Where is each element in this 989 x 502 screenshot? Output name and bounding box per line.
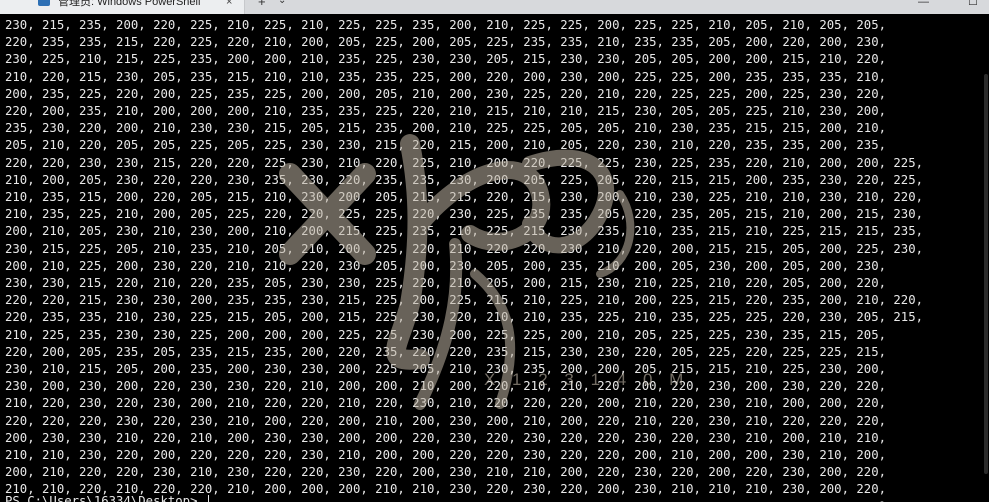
output-line: 220, 200, 235, 210, 200, 200, 200, 210, … [5, 104, 886, 119]
tab-dropdown-button[interactable]: ⌄ [278, 0, 286, 8]
output-line: 210, 235, 225, 210, 200, 205, 225, 220, … [5, 207, 924, 222]
output-line: 230, 230, 215, 220, 210, 220, 235, 205, … [5, 276, 886, 291]
output-line: 200, 235, 225, 220, 200, 225, 235, 225, … [5, 86, 886, 101]
output-line: 235, 230, 220, 200, 210, 230, 230, 215, … [5, 121, 886, 136]
maximize-button[interactable]: ☐ [968, 0, 978, 9]
tab-title: 管理员: Windows PowerShell [58, 0, 201, 8]
tab-powershell[interactable]: 管理员: Windows PowerShell × [0, 0, 245, 14]
text-cursor [207, 495, 209, 502]
console-output: 230, 215, 235, 200, 220, 225, 210, 225, … [5, 17, 923, 502]
output-line: 230, 200, 230, 200, 220, 230, 230, 220, … [5, 379, 886, 394]
scrollbar[interactable] [983, 14, 989, 502]
output-line: 220, 235, 235, 215, 220, 225, 220, 210, … [5, 35, 886, 50]
prompt-text: PS C:\Users\16334\Desktop> [5, 494, 205, 502]
scrollbar-thumb[interactable] [984, 74, 988, 474]
minimize-button[interactable]: — [918, 0, 929, 9]
output-line: 200, 210, 205, 230, 210, 230, 200, 210, … [5, 224, 924, 239]
output-line: 230, 215, 235, 200, 220, 225, 210, 225, … [5, 18, 886, 32]
new-tab-button[interactable]: + [258, 0, 266, 9]
output-line: 210, 210, 230, 220, 200, 220, 220, 220, … [5, 448, 886, 463]
output-line: 205, 210, 220, 205, 205, 225, 205, 225, … [5, 138, 886, 153]
prompt-line[interactable]: PS C:\Users\16334\Desktop> [5, 493, 209, 502]
output-line: 200, 210, 225, 200, 230, 220, 210, 210, … [5, 258, 886, 273]
watermark-caption: X 1 2 3 1 4 0 M [484, 370, 690, 389]
output-line: 230, 210, 215, 205, 200, 235, 200, 230, … [5, 362, 886, 377]
powershell-icon [38, 0, 50, 6]
output-line: 210, 220, 230, 220, 230, 200, 210, 220, … [5, 396, 886, 411]
output-line: 230, 215, 225, 205, 210, 235, 210, 205, … [5, 241, 924, 256]
console-area[interactable]: 230, 215, 235, 200, 220, 225, 210, 225, … [0, 14, 989, 502]
output-line: 220, 220, 230, 230, 215, 220, 220, 225, … [5, 155, 924, 170]
output-line: 220, 235, 235, 210, 230, 225, 215, 205, … [5, 310, 924, 325]
output-line: 210, 235, 215, 200, 220, 205, 215, 210, … [5, 190, 924, 205]
tab-close-button[interactable]: × [226, 0, 232, 8]
output-line: 200, 230, 230, 210, 220, 210, 200, 230, … [5, 430, 886, 445]
output-line: 220, 220, 220, 230, 220, 230, 210, 200, … [5, 413, 886, 428]
output-line: 210, 200, 205, 230, 220, 220, 230, 235, … [5, 172, 924, 187]
output-line: 200, 210, 220, 220, 230, 210, 230, 220, … [5, 465, 886, 480]
output-line: 220, 220, 215, 230, 230, 200, 235, 235, … [5, 293, 924, 308]
output-line: 210, 220, 215, 230, 205, 235, 215, 210, … [5, 69, 886, 84]
title-bar: 管理员: Windows PowerShell × + ⌄ — ☐ [0, 0, 989, 14]
output-line: 230, 225, 210, 215, 225, 235, 200, 200, … [5, 52, 886, 67]
output-line: 220, 200, 205, 235, 205, 235, 215, 235, … [5, 344, 886, 359]
output-line: 210, 225, 235, 230, 230, 225, 200, 200, … [5, 327, 886, 342]
